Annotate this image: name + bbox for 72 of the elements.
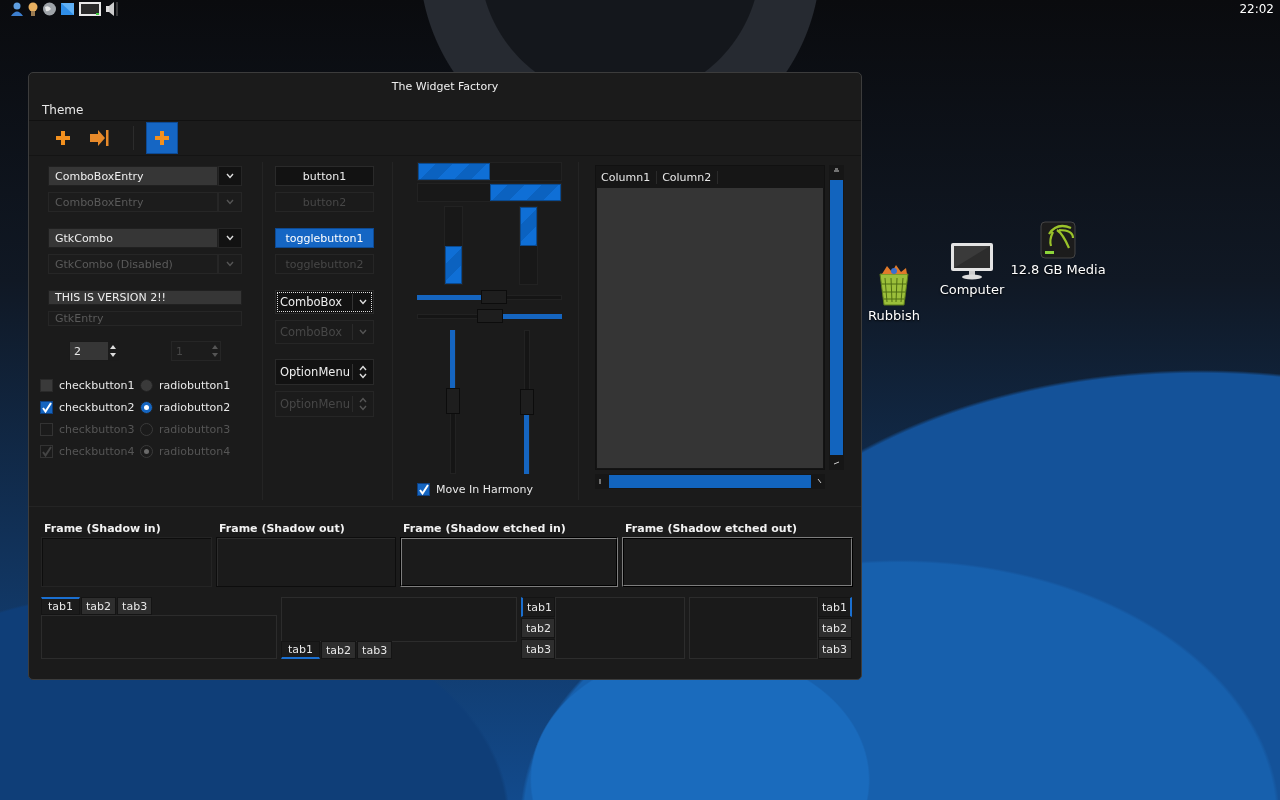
frame-label: Frame (Shadow etched out) <box>624 522 798 537</box>
icon-label: 12.8 GB Media <box>1010 262 1106 277</box>
toolbar-button[interactable] <box>146 122 178 154</box>
tab[interactable]: tab1 <box>818 597 852 617</box>
chevron-down-icon <box>225 234 235 242</box>
column-header[interactable]: Column1 <box>596 170 658 184</box>
radio-icon[interactable] <box>140 378 153 392</box>
checkmark-icon[interactable] <box>40 400 53 414</box>
slider-thumb[interactable] <box>520 389 534 415</box>
slider-thumb[interactable] <box>480 290 507 304</box>
user-icon[interactable] <box>10 1 24 17</box>
tab[interactable]: tab1 <box>41 597 81 615</box>
slider[interactable] <box>417 309 562 323</box>
menu-item[interactable]: Theme <box>41 103 85 117</box>
speaker-icon[interactable] <box>105 1 119 17</box>
tab[interactable]: tab2 <box>818 618 852 638</box>
monitor-icon[interactable] <box>78 1 102 17</box>
lightbulb-icon[interactable] <box>27 1 39 17</box>
plus-icon <box>56 131 70 145</box>
checkmark-icon[interactable] <box>417 483 430 496</box>
frame-label: Frame (Shadow out) <box>218 522 346 537</box>
chevron-down-icon <box>358 298 368 306</box>
tab[interactable]: tab3 <box>357 641 393 659</box>
icon-label: Computer <box>939 282 1005 297</box>
tab[interactable]: tab1 <box>521 597 555 617</box>
tab[interactable]: tab3 <box>818 639 852 659</box>
monitor-icon[interactable] <box>950 242 994 280</box>
plus-icon <box>155 131 169 145</box>
tab[interactable]: tab1 <box>281 641 321 659</box>
frame-label: Frame (Shadow etched in) <box>402 522 567 537</box>
window-title: The Widget Factory <box>390 79 500 95</box>
slider[interactable] <box>446 330 460 474</box>
arrow-to-end-icon <box>89 130 109 146</box>
up-down-chevron-icon <box>358 364 368 380</box>
slider[interactable] <box>520 330 534 474</box>
dropdown-button[interactable] <box>218 166 242 186</box>
frame-label: Frame (Shadow in) <box>43 522 162 537</box>
chevron-down-icon <box>358 328 368 336</box>
radio-icon[interactable] <box>140 400 153 414</box>
checkbox[interactable]: checkbutton2 <box>40 396 140 418</box>
trash-icon[interactable] <box>877 264 911 306</box>
button[interactable]: button1 <box>275 166 374 186</box>
icon-label: Rubbish <box>868 308 920 323</box>
tab[interactable]: tab2 <box>521 618 555 638</box>
slider-thumb[interactable] <box>446 387 460 414</box>
tab[interactable]: tab2 <box>81 597 117 615</box>
radio-button[interactable]: radiobutton2 <box>140 396 240 418</box>
chevron-down-icon <box>225 260 235 268</box>
option-menu[interactable]: OptionMenu <box>275 359 374 385</box>
globe-icon[interactable] <box>42 1 57 17</box>
text-field[interactable]: ComboBoxEntry <box>48 166 218 186</box>
tab[interactable]: tab2 <box>321 641 357 659</box>
dropdown-button[interactable] <box>218 228 242 248</box>
window-icon[interactable] <box>60 1 75 17</box>
button[interactable]: togglebutton1 <box>275 228 374 248</box>
clock: 22:02 <box>1239 2 1274 16</box>
tab[interactable]: tab3 <box>521 639 555 659</box>
chevron-down-icon <box>225 172 235 180</box>
combo-box[interactable]: ComboBox <box>275 290 374 314</box>
checkbox[interactable]: Move In Harmony <box>417 483 567 496</box>
text-field[interactable]: GtkCombo <box>48 228 218 248</box>
radio-button[interactable]: radiobutton1 <box>140 374 240 396</box>
drive-icon[interactable] <box>1039 220 1077 260</box>
text-field[interactable]: THIS IS VERSION 2!! <box>48 290 242 305</box>
slider[interactable] <box>417 290 562 304</box>
tab[interactable]: tab3 <box>117 597 153 615</box>
chevron-down-icon <box>225 198 235 206</box>
spin-button[interactable]: 2 <box>69 341 119 361</box>
slider-thumb[interactable] <box>476 309 503 323</box>
up-down-chevron-icon <box>358 396 368 412</box>
checkbox[interactable]: checkbutton1 <box>40 374 140 396</box>
column-header[interactable]: Column2 <box>657 170 719 184</box>
